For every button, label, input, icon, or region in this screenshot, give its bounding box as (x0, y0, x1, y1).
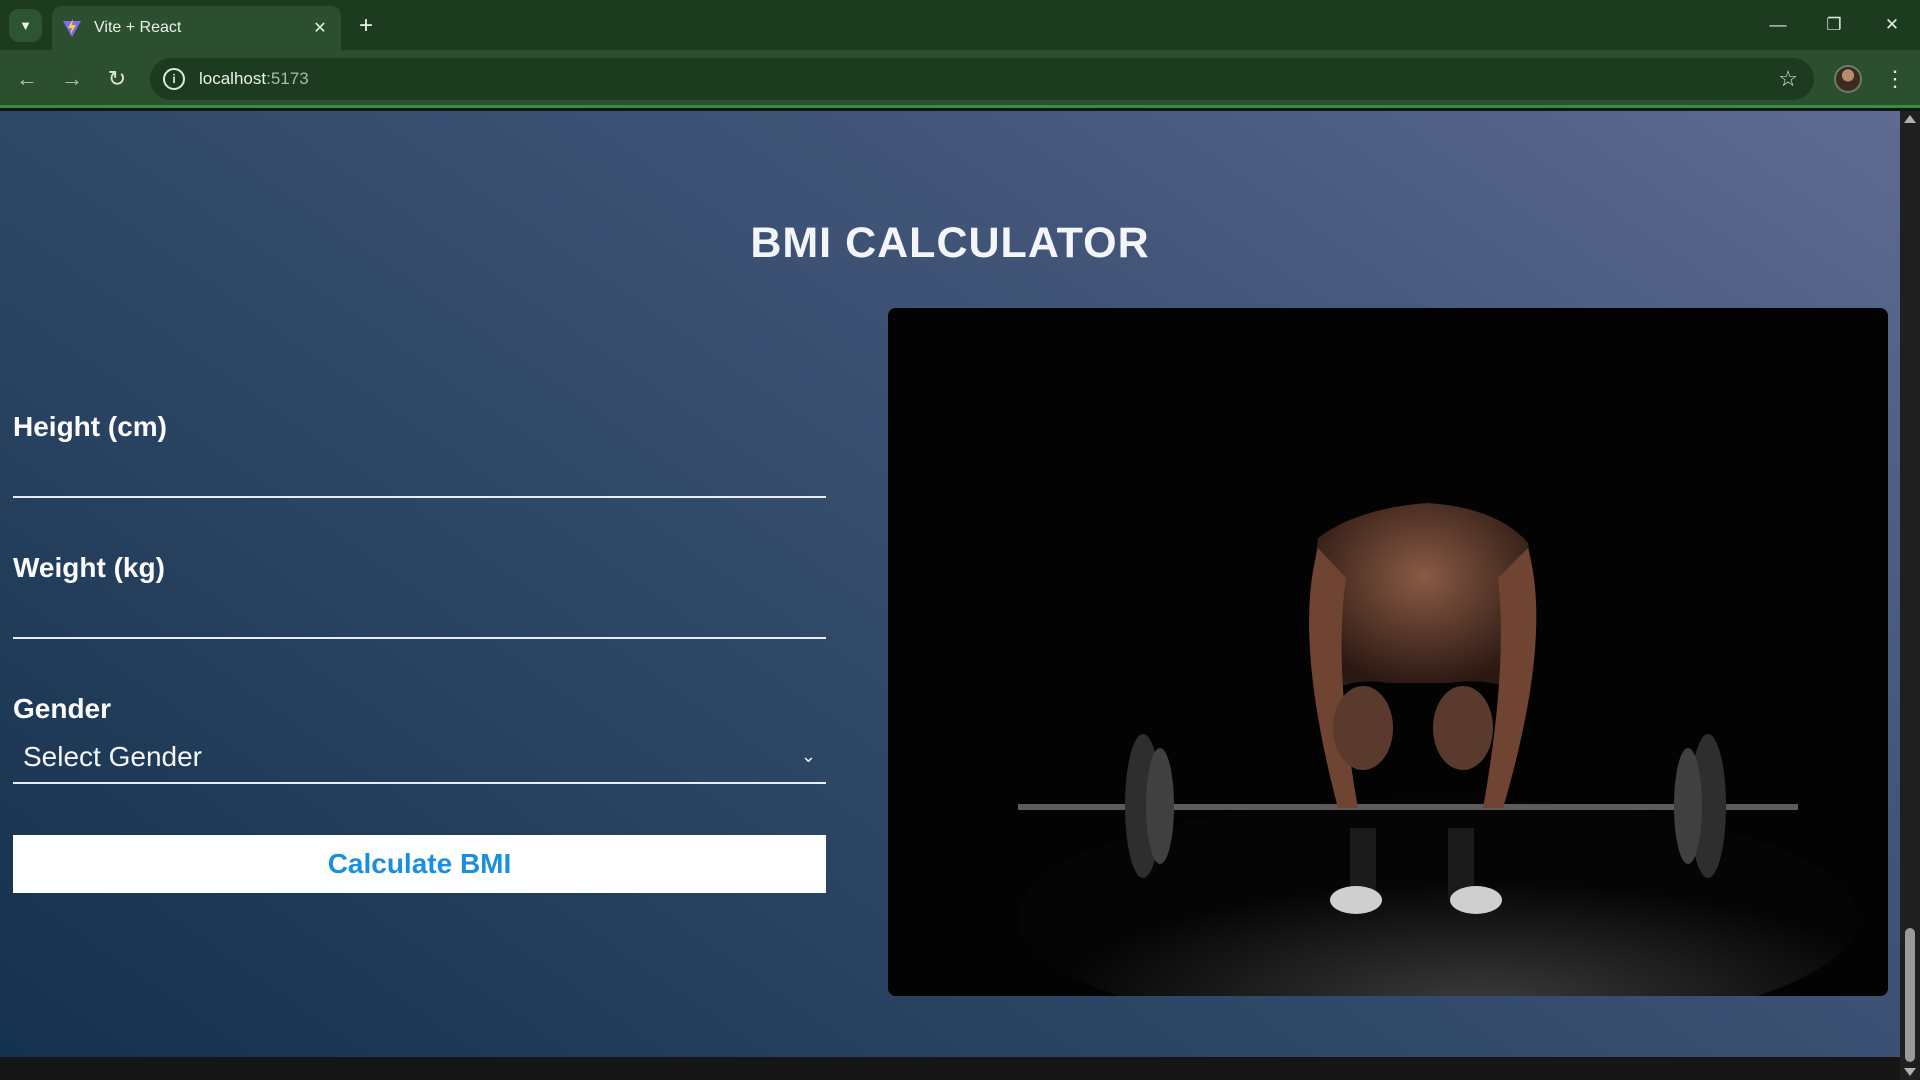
close-icon[interactable]: ✕ (309, 17, 331, 39)
height-label: Height (cm) (13, 411, 167, 442)
browser-toolbar: ← → ↻ i localhost:5173 ☆ ⋮ (0, 50, 1920, 108)
height-input[interactable] (13, 454, 826, 498)
vertical-scrollbar[interactable] (1900, 111, 1920, 1080)
restore-icon[interactable]: ❐ (1806, 0, 1862, 50)
weight-label: Weight (kg) (13, 552, 165, 583)
kebab-menu-icon[interactable]: ⋮ (1880, 63, 1910, 95)
scroll-down-arrow-icon[interactable] (1904, 1068, 1916, 1076)
url-text: localhost:5173 (199, 69, 309, 88)
calculate-bmi-button[interactable]: Calculate BMI (13, 835, 826, 893)
info-icon[interactable]: i (163, 68, 185, 90)
avatar[interactable] (1834, 65, 1862, 93)
arrow-left-icon[interactable]: ← (9, 61, 45, 97)
arrow-right-icon[interactable]: → (54, 61, 90, 97)
address-bar[interactable]: i localhost:5173 ☆ (150, 58, 1814, 100)
gender-label: Gender (13, 693, 112, 724)
weight-input[interactable] (13, 595, 826, 639)
page-viewport: BMI CALCULATOR Height (cm) Weight (kg) G… (0, 111, 1900, 1057)
tab-title: Vite + React (94, 19, 182, 36)
chevron-down-icon: ▼ (19, 18, 32, 33)
gender-select[interactable]: Select Gender ⌄ (13, 731, 826, 784)
gender-select-value: Select Gender (23, 740, 202, 772)
window-close-icon[interactable]: ✕ (1864, 0, 1920, 50)
page-bottom-edge (0, 1057, 1900, 1080)
tab-search-button[interactable]: ▼ (9, 9, 42, 42)
minimize-icon[interactable]: — (1750, 0, 1806, 50)
weightlifter-illustration (888, 308, 1888, 996)
star-icon[interactable]: ☆ (1778, 66, 1798, 92)
plus-icon[interactable]: + (352, 12, 380, 40)
scroll-up-arrow-icon[interactable] (1904, 115, 1916, 123)
scrollbar-thumb[interactable] (1905, 928, 1915, 1062)
tab-strip: ▼ Vite + React ✕ + — ❐ ✕ (0, 0, 1920, 50)
page-title: BMI CALCULATOR (750, 219, 1150, 267)
chevron-down-icon: ⌄ (800, 746, 816, 766)
browser-tab-active[interactable]: Vite + React ✕ (52, 6, 341, 50)
hero-image (888, 308, 1888, 996)
vite-logo-icon (62, 18, 82, 38)
reload-icon[interactable]: ↻ (99, 61, 135, 97)
